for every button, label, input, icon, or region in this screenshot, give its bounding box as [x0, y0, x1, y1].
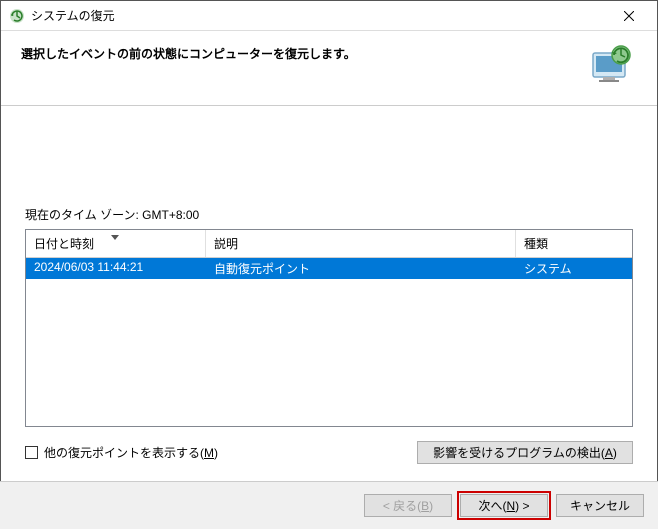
column-description-label: 説明 [214, 237, 238, 251]
column-type[interactable]: 種類 [516, 230, 632, 257]
titlebar: システムの復元 [1, 1, 657, 31]
cancel-button[interactable]: キャンセル [556, 494, 644, 517]
window-title: システムの復元 [31, 7, 609, 24]
system-restore-icon [9, 8, 25, 24]
column-description[interactable]: 説明 [206, 230, 516, 257]
column-datetime[interactable]: 日付と時刻 [26, 230, 206, 257]
header-text: 選択したイベントの前の状態にコンピューターを復元します。 [21, 43, 587, 62]
table-header: 日付と時刻 説明 種類 [26, 230, 632, 258]
cell-type: システム [516, 258, 632, 279]
show-more-label: 他の復元ポイントを表示する(M) [44, 444, 218, 461]
header: 選択したイベントの前の状態にコンピューターを復元します。 [1, 31, 657, 106]
content-area: 現在のタイム ゾーン: GMT+8:00 日付と時刻 説明 種類 2024/06… [1, 106, 657, 464]
restore-points-table: 日付と時刻 説明 種類 2024/06/03 11:44:21 自動復元ポイント… [25, 229, 633, 427]
footer: < 戻る(B) 次へ(N) > キャンセル [0, 481, 658, 529]
timezone-label: 現在のタイム ゾーン: GMT+8:00 [25, 206, 633, 223]
sort-indicator-icon [111, 229, 119, 243]
restore-monitor-icon [587, 43, 633, 89]
cell-datetime: 2024/06/03 11:44:21 [26, 258, 206, 279]
column-type-label: 種類 [524, 237, 548, 251]
show-more-checkbox-wrap[interactable]: 他の復元ポイントを表示する(M) [25, 444, 218, 461]
below-table-row: 他の復元ポイントを表示する(M) 影響を受けるプログラムの検出(A) [25, 441, 633, 464]
back-button[interactable]: < 戻る(B) [364, 494, 452, 517]
close-button[interactable] [609, 2, 649, 30]
table-row[interactable]: 2024/06/03 11:44:21 自動復元ポイント システム [26, 258, 632, 279]
next-button[interactable]: 次へ(N) > [460, 494, 548, 517]
column-datetime-label: 日付と時刻 [34, 237, 94, 251]
show-more-checkbox[interactable] [25, 446, 38, 459]
detect-programs-button[interactable]: 影響を受けるプログラムの検出(A) [417, 441, 633, 464]
cell-description: 自動復元ポイント [206, 258, 516, 279]
